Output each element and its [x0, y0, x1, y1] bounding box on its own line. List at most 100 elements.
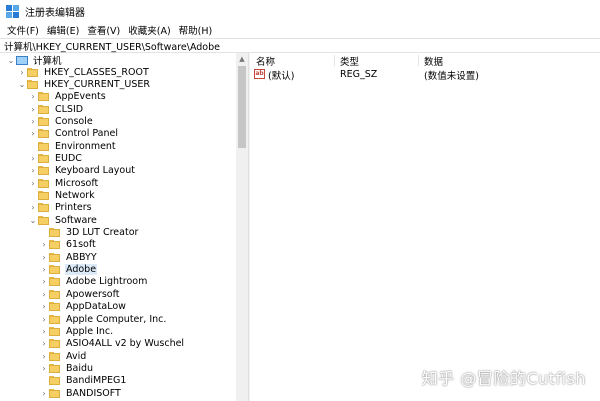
folder-icon — [38, 92, 49, 102]
tree-item-label: EUDC — [55, 152, 82, 164]
column-divider[interactable] — [418, 55, 419, 66]
tree-item[interactable]: › AppEvents — [28, 91, 107, 103]
tree-item[interactable]: › CLSID — [28, 103, 84, 115]
tree-scrollbar[interactable]: ▲ — [236, 53, 248, 401]
tree-item[interactable]: › Adobe — [39, 264, 98, 276]
tree-item[interactable]: › ASIO4ALL v2 by Wuschel — [39, 338, 185, 350]
tree-item-label: HKEY_CURRENT_USER — [44, 78, 150, 90]
chevron-right-icon[interactable]: › — [39, 350, 49, 362]
chevron-down-icon[interactable]: ⌄ — [6, 54, 16, 66]
folder-icon — [49, 252, 60, 262]
scroll-up-arrow-icon[interactable]: ▲ — [236, 53, 248, 65]
chevron-right-icon[interactable]: › — [28, 165, 38, 177]
folder-icon — [38, 104, 49, 114]
list-row[interactable]: ab (默认) REG_SZ (数值未设置) — [250, 68, 600, 82]
chevron-right-icon[interactable]: › — [39, 325, 49, 337]
menu-edit[interactable]: 编辑(E) — [44, 23, 82, 37]
chevron-right-icon[interactable]: › — [28, 103, 38, 115]
tree-item[interactable]: › Console — [28, 115, 94, 127]
folder-icon — [49, 240, 60, 250]
column-header-data[interactable]: 数据 — [424, 53, 443, 68]
tree-item[interactable]: › Keyboard Layout — [28, 165, 136, 177]
tree-item[interactable]: › Apple Inc. — [39, 325, 114, 337]
scroll-thumb[interactable] — [238, 66, 246, 148]
chevron-right-icon[interactable]: › — [39, 251, 49, 263]
tree-item[interactable]: › EUDC — [28, 152, 83, 164]
folder-icon — [38, 178, 49, 188]
chevron-down-icon[interactable]: ⌄ — [17, 78, 27, 90]
menu-view[interactable]: 查看(V) — [84, 23, 123, 37]
tree-item[interactable]: › HKEY_CLASSES_ROOT — [17, 66, 150, 78]
tree-item[interactable]: › AppDataLow — [39, 301, 127, 313]
chevron-right-icon[interactable]: › — [28, 202, 38, 214]
column-header-type[interactable]: 类型 — [340, 53, 359, 68]
title-bar: 注册表编辑器 — [0, 0, 600, 22]
chevron-right-icon[interactable]: › — [28, 128, 38, 140]
tree-item[interactable]: › Adobe Lightroom — [39, 276, 148, 288]
folder-icon — [49, 277, 60, 287]
tree-item[interactable]: › Apowersoft — [39, 288, 121, 300]
menu-favorites[interactable]: 收藏夹(A) — [125, 23, 173, 37]
tree-item-label: Software — [55, 214, 97, 226]
chevron-right-icon[interactable]: › — [39, 313, 49, 325]
folder-icon — [27, 79, 38, 89]
tree-item[interactable]: › Control Panel — [28, 128, 119, 140]
chevron-right-icon[interactable]: › — [39, 338, 49, 350]
menu-help[interactable]: 帮助(H) — [176, 23, 216, 37]
chevron-right-icon[interactable]: › — [39, 362, 49, 374]
tree-item[interactable]: › 61soft — [39, 239, 97, 251]
tree-item[interactable]: ⌄ HKEY_CURRENT_USER — [17, 78, 151, 90]
chevron-right-icon[interactable]: › — [28, 91, 38, 103]
tree-item[interactable]: › Avid — [39, 350, 87, 362]
chevron-right-icon[interactable]: › — [28, 152, 38, 164]
tree-item[interactable]: ⌄ Software — [28, 214, 98, 226]
column-header-name[interactable]: 名称 — [256, 53, 275, 68]
folder-icon — [49, 314, 60, 324]
chevron-right-icon[interactable]: › — [39, 264, 49, 276]
folder-icon — [27, 67, 38, 77]
tree-item-label: Apple Inc. — [66, 325, 114, 337]
chevron-right-icon[interactable]: › — [39, 239, 49, 251]
folder-icon — [49, 289, 60, 299]
chevron-right-icon[interactable]: › — [39, 276, 49, 288]
tree-item[interactable]: › Microsoft — [28, 177, 99, 189]
address-path[interactable]: 计算机\HKEY_CURRENT_USER\Software\Adobe — [4, 39, 220, 53]
tree-item-computer[interactable]: ⌄ 计算机 — [6, 54, 63, 67]
tree-item[interactable]: › Baidu — [39, 362, 94, 374]
chevron-right-icon[interactable]: › — [39, 288, 49, 300]
tree-item-label: Baidu — [66, 362, 94, 374]
folder-icon — [49, 326, 60, 336]
tree-item[interactable]: › BANDISOFT — [39, 387, 122, 399]
tree-item-label: HKEY_CLASSES_ROOT — [44, 66, 149, 78]
chevron-right-icon[interactable]: › — [39, 387, 49, 399]
tree-item-label: CLSID — [55, 103, 84, 115]
tree-item-label: Apple Computer, Inc. — [66, 313, 167, 325]
tree-item-label: Adobe — [65, 264, 98, 276]
chevron-right-icon[interactable]: › — [39, 301, 49, 313]
tree-item[interactable]: Environment — [28, 140, 117, 152]
chevron-right-icon[interactable]: › — [28, 115, 38, 127]
folder-icon — [38, 141, 49, 151]
tree-item[interactable]: › Printers — [28, 202, 93, 214]
menu-file[interactable]: 文件(F) — [4, 23, 42, 37]
list-header: 名称 类型 数据 — [250, 53, 600, 68]
chevron-right-icon[interactable]: › — [17, 66, 27, 78]
window-title: 注册表编辑器 — [25, 7, 85, 19]
tree-item[interactable]: BandiMPEG1 — [39, 375, 127, 387]
tree-item[interactable]: › Apple Computer, Inc. — [39, 313, 167, 325]
tree-pane: ⌄ 计算机 › HKEY_CLASSES_ROOT ⌄ HKEY_CURRENT_US… — [0, 53, 236, 401]
folder-icon — [38, 129, 49, 139]
tree-item[interactable]: Network — [28, 190, 96, 202]
tree-item-label: Network — [55, 190, 95, 201]
tree-item-label: Apowersoft — [66, 288, 120, 300]
chevron-right-icon[interactable]: › — [28, 177, 38, 189]
tree-item[interactable]: › ABBYY — [39, 251, 98, 263]
tree-item-label: Printers — [55, 202, 92, 214]
column-divider[interactable] — [334, 55, 335, 66]
chevron-down-icon[interactable]: ⌄ — [28, 214, 38, 226]
address-bar[interactable]: 计算机\HKEY_CURRENT_USER\Software\Adobe — [0, 38, 600, 53]
tree-item[interactable]: 3D LUT Creator — [39, 227, 139, 239]
